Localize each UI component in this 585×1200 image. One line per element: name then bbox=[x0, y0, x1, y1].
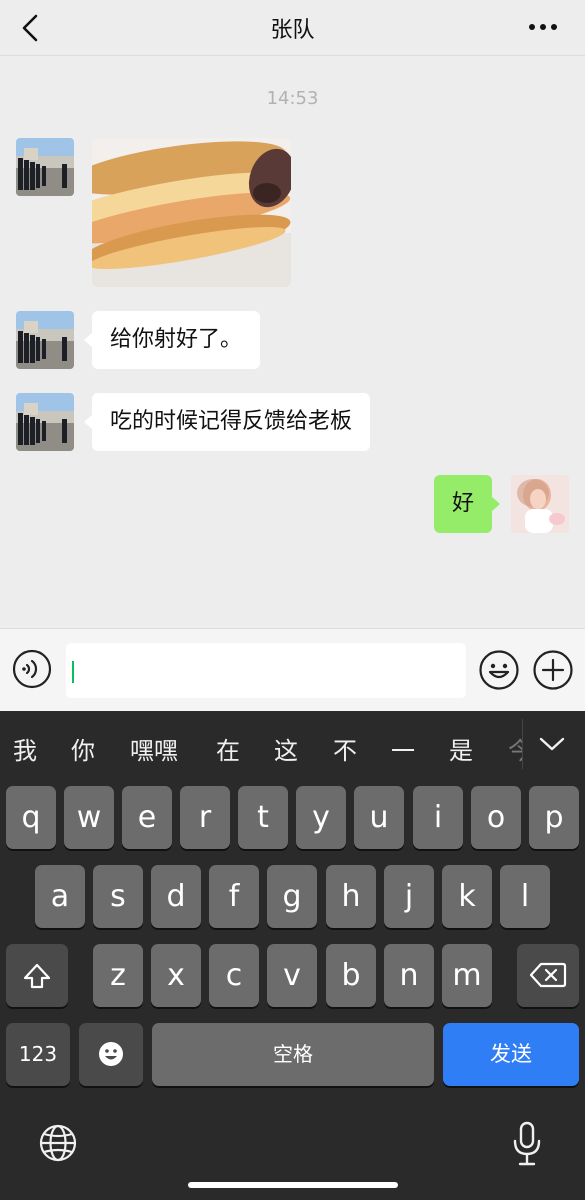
key-m[interactable]: m bbox=[442, 944, 492, 1007]
key-s[interactable]: s bbox=[93, 865, 143, 928]
key-u[interactable]: u bbox=[354, 786, 404, 849]
numbers-key[interactable]: 123 bbox=[6, 1023, 70, 1086]
emoji-icon[interactable] bbox=[478, 649, 520, 691]
candidate-word[interactable]: 我 bbox=[13, 731, 37, 766]
input-bar bbox=[0, 628, 585, 711]
candidate-word[interactable]: 在 bbox=[216, 731, 240, 766]
contact-avatar[interactable] bbox=[16, 138, 74, 196]
key-a[interactable]: a bbox=[35, 865, 85, 928]
delete-key[interactable] bbox=[517, 944, 579, 1007]
key-c[interactable]: c bbox=[209, 944, 259, 1007]
key-p[interactable]: p bbox=[529, 786, 579, 849]
candidate-divider bbox=[522, 719, 523, 769]
key-h[interactable]: h bbox=[326, 865, 376, 928]
message-bubble-sent[interactable]: 好 bbox=[434, 475, 501, 533]
candidate-word[interactable]: 嘿嘿 bbox=[130, 731, 178, 766]
candidate-word[interactable]: 不 bbox=[333, 731, 357, 766]
key-o[interactable]: o bbox=[471, 786, 521, 849]
candidate-word[interactable]: 这 bbox=[274, 731, 298, 766]
key-k[interactable]: k bbox=[442, 865, 492, 928]
candidate-bar: 我 你 嘿嘿 在 这 不 一 是 今 bbox=[0, 711, 585, 781]
message-image[interactable] bbox=[92, 138, 291, 287]
more-icon[interactable] bbox=[523, 14, 563, 40]
more-actions-icon[interactable] bbox=[532, 649, 574, 691]
key-e[interactable]: e bbox=[122, 786, 172, 849]
key-r[interactable]: r bbox=[180, 786, 230, 849]
microphone-icon[interactable] bbox=[510, 1121, 544, 1167]
key-q[interactable]: q bbox=[6, 786, 56, 849]
key-b[interactable]: b bbox=[326, 944, 376, 1007]
globe-icon[interactable] bbox=[38, 1123, 78, 1163]
candidate-word[interactable]: 一 bbox=[391, 731, 415, 766]
message-bubble-received[interactable]: 吃的时候记得反馈给老板 bbox=[83, 393, 371, 451]
candidate-word[interactable]: 今 bbox=[508, 731, 522, 766]
key-t[interactable]: t bbox=[238, 786, 288, 849]
voice-input-icon[interactable] bbox=[12, 649, 52, 689]
key-f[interactable]: f bbox=[209, 865, 259, 928]
keyboard: 我 你 嘿嘿 在 这 不 一 是 今 q w e r t y u i o p a… bbox=[0, 711, 585, 1200]
message-timestamp: 14:53 bbox=[266, 88, 319, 109]
contact-avatar[interactable] bbox=[16, 393, 74, 451]
chevron-down-icon[interactable] bbox=[537, 731, 567, 757]
contact-avatar[interactable] bbox=[16, 311, 74, 369]
space-key[interactable]: 空格 bbox=[152, 1023, 434, 1086]
key-n[interactable]: n bbox=[384, 944, 434, 1007]
key-i[interactable]: i bbox=[413, 786, 463, 849]
send-key[interactable]: 发送 bbox=[443, 1023, 579, 1086]
key-g[interactable]: g bbox=[267, 865, 317, 928]
key-v[interactable]: v bbox=[267, 944, 317, 1007]
key-j[interactable]: j bbox=[384, 865, 434, 928]
key-y[interactable]: y bbox=[296, 786, 346, 849]
text-caret bbox=[72, 661, 74, 683]
home-indicator[interactable] bbox=[188, 1182, 398, 1188]
chat-title: 张队 bbox=[270, 18, 315, 43]
candidate-word[interactable]: 你 bbox=[71, 731, 95, 766]
my-avatar[interactable] bbox=[511, 475, 569, 533]
key-w[interactable]: w bbox=[64, 786, 114, 849]
message-list[interactable]: 14:53 给你射好了。 吃的时候记得反馈给老板 好 bbox=[0, 57, 585, 628]
key-x[interactable]: x bbox=[151, 944, 201, 1007]
message-input[interactable] bbox=[66, 643, 466, 698]
key-z[interactable]: z bbox=[93, 944, 143, 1007]
key-l[interactable]: l bbox=[500, 865, 550, 928]
candidate-word[interactable]: 是 bbox=[449, 731, 473, 766]
shift-key[interactable] bbox=[6, 944, 68, 1007]
message-bubble-received[interactable]: 给你射好了。 bbox=[83, 311, 261, 369]
key-d[interactable]: d bbox=[151, 865, 201, 928]
chat-header: 张队 bbox=[0, 0, 585, 56]
emoji-keyboard-key[interactable] bbox=[79, 1023, 143, 1086]
